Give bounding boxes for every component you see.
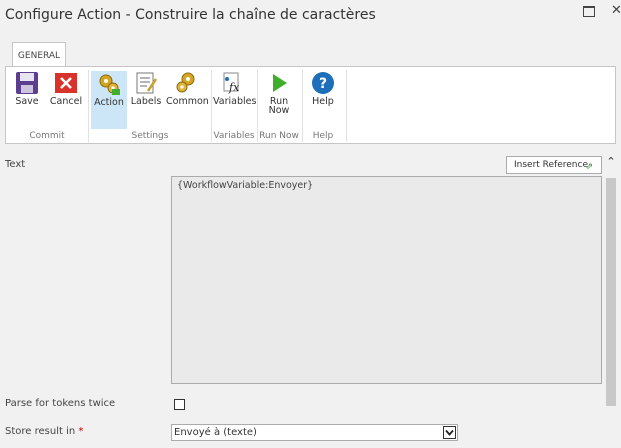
- group-separator: [88, 70, 89, 142]
- form-content: Text Insert Reference ⇗ {WorkflowVariabl…: [0, 150, 621, 448]
- group-separator: [302, 70, 303, 142]
- cancel-button-label: Cancel: [49, 96, 83, 107]
- action-icon: [99, 74, 120, 95]
- run-now-icon: [273, 74, 287, 92]
- chevron-down-icon[interactable]: [443, 426, 456, 439]
- text-label: Text: [5, 159, 26, 170]
- common-button-label: Common: [166, 96, 209, 107]
- group-label-settings: Settings: [131, 131, 169, 141]
- run-now-button[interactable]: Run Now: [262, 71, 296, 129]
- group-label-variables: Variables: [213, 131, 255, 141]
- labels-button-label: Labels: [130, 96, 162, 107]
- store-result-label-text: Store result in: [5, 426, 76, 437]
- run-now-button-label: Run Now: [268, 96, 290, 116]
- scroll-thumb[interactable]: [606, 178, 616, 406]
- svg-text:?: ?: [319, 76, 327, 92]
- help-icon: ?: [312, 72, 334, 94]
- common-button[interactable]: Common: [166, 71, 209, 129]
- parse-tokens-checkbox[interactable]: [174, 399, 185, 410]
- store-result-value: Envoyé à (texte): [174, 427, 257, 438]
- labels-button[interactable]: Labels: [130, 71, 162, 129]
- insert-reference-button[interactable]: Insert Reference ⇗: [506, 156, 602, 174]
- save-button-label: Save: [15, 96, 39, 107]
- action-button-label: Action: [94, 97, 124, 108]
- dialog-title: Configure Action - Construire la chaîne …: [5, 7, 376, 23]
- tab-general[interactable]: GENERAL: [12, 42, 66, 67]
- ribbon: Save Cancel Commit Action Labels Common …: [5, 66, 616, 144]
- help-button-label: Help: [312, 96, 334, 107]
- insert-reference-icon: ⇗: [585, 162, 593, 172]
- save-button[interactable]: Save: [10, 71, 44, 129]
- parse-tokens-label: Parse for tokens twice: [5, 398, 116, 409]
- close-icon[interactable]: ✕: [611, 4, 621, 18]
- vertical-scrollbar[interactable]: ⌃: [604, 154, 618, 448]
- group-label-run-now: Run Now: [259, 131, 299, 141]
- text-input[interactable]: {WorkflowVariable:Envoyer}: [171, 176, 602, 384]
- help-button[interactable]: ? Help: [308, 71, 338, 129]
- group-separator: [346, 70, 347, 142]
- group-label-help: Help: [312, 131, 334, 141]
- insert-reference-label: Insert Reference: [514, 160, 588, 170]
- variables-button[interactable]: fx Variables: [213, 71, 257, 129]
- variables-icon: fx: [223, 72, 240, 94]
- save-icon: [16, 72, 38, 94]
- cancel-icon: [55, 73, 77, 93]
- action-button[interactable]: Action: [91, 71, 127, 129]
- store-result-label: Store result in *: [5, 426, 83, 437]
- store-result-select[interactable]: Envoyé à (texte): [171, 424, 458, 441]
- common-icon: [176, 72, 195, 93]
- variables-button-label: Variables: [213, 96, 257, 107]
- ribbon-tabstrip: GENERAL: [0, 40, 621, 67]
- scroll-up-icon[interactable]: ⌃: [605, 156, 617, 168]
- cancel-button[interactable]: Cancel: [48, 71, 84, 129]
- labels-icon: [136, 72, 158, 94]
- dialog-titlebar: Configure Action - Construire la chaîne …: [0, 0, 621, 36]
- svg-text:fx: fx: [228, 81, 240, 94]
- maximize-icon[interactable]: [583, 6, 595, 17]
- group-label-commit: Commit: [29, 131, 65, 141]
- required-marker: *: [78, 426, 84, 437]
